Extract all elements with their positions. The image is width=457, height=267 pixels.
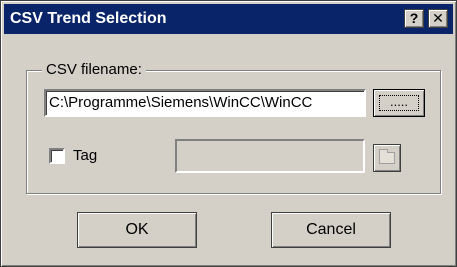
folder-icon	[379, 149, 395, 164]
ok-button[interactable]: OK	[77, 212, 197, 248]
csv-filename-input[interactable]: C:\Programme\Siemens\WinCC\WinCC	[44, 89, 366, 117]
cancel-button[interactable]: Cancel	[271, 212, 391, 248]
close-button[interactable]: ✕	[428, 9, 448, 28]
tag-checkbox[interactable]	[49, 148, 65, 164]
csv-filename-legend: CSV filename:	[42, 61, 146, 78]
title-bar[interactable]: CSV Trend Selection ? ✕	[4, 4, 453, 34]
window-title: CSV Trend Selection	[10, 10, 167, 27]
browse-csv-button[interactable]: .....	[373, 89, 425, 117]
close-icon: ✕	[432, 10, 444, 26]
tag-label: Tag	[73, 147, 98, 164]
tag-input[interactable]	[175, 139, 365, 173]
help-button[interactable]: ?	[404, 9, 424, 28]
tag-browse-button[interactable]	[373, 144, 401, 172]
browse-csv-button-label: .....	[379, 95, 419, 111]
